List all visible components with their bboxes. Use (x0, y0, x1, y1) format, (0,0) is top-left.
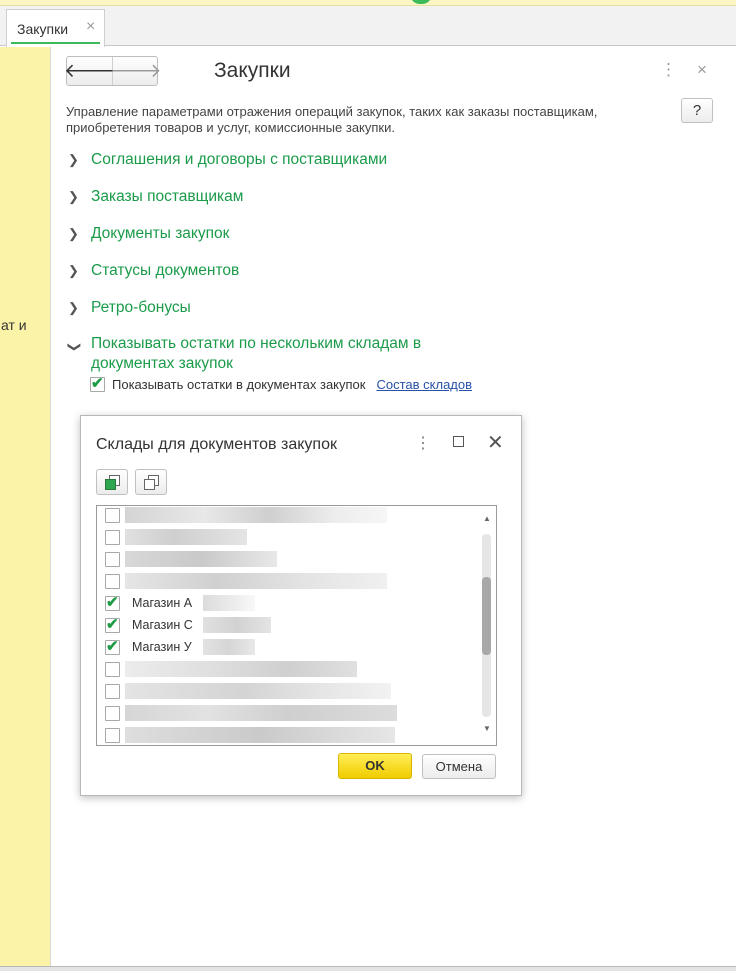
bottom-border (0, 966, 736, 971)
section-retro-bonuses[interactable]: ❯ Ретро-бонусы (68, 298, 191, 318)
show-balances-label: Показывать остатки в документах закупок (112, 377, 366, 392)
maximize-icon[interactable] (453, 436, 464, 447)
section-show-balances[interactable]: ❯ Показывать остатки по нескольким склад… (68, 334, 488, 374)
redacted-text (125, 573, 387, 589)
redacted-text (203, 639, 255, 655)
list-item[interactable] (105, 548, 475, 570)
list-item[interactable] (105, 680, 475, 702)
list-item[interactable]: Магазин С (105, 614, 475, 636)
help-button[interactable]: ? (681, 98, 713, 123)
redacted-text (203, 617, 271, 633)
ok-button[interactable]: OK (338, 753, 412, 779)
item-checkbox[interactable] (105, 661, 120, 677)
chevron-right-icon: ❯ (68, 189, 79, 204)
warehouse-list[interactable]: Магазин А Магазин С Магазин У (96, 505, 497, 746)
section-label: Соглашения и договоры с поставщиками (91, 151, 388, 168)
section-document-statuses[interactable]: ❯ Статусы документов (68, 261, 239, 281)
redacted-text (125, 705, 397, 721)
item-name: Магазин А (132, 596, 193, 610)
item-name: Магазин С (132, 618, 193, 632)
chevron-right-icon: ❯ (68, 300, 79, 315)
tab-label: Закупки (17, 21, 69, 37)
warehouses-dialog: Склады для документов закупок ⋮ ✕ ✔ Мага… (80, 415, 522, 796)
list-item[interactable]: Магазин А (105, 592, 475, 614)
section-label: Заказы поставщикам (91, 188, 244, 205)
list-item[interactable] (105, 724, 475, 745)
show-balances-checkbox[interactable] (90, 374, 105, 392)
redacted-text (125, 661, 357, 677)
close-icon[interactable]: × (697, 60, 707, 80)
tab-zakupki[interactable]: Закупки × (6, 9, 105, 47)
chevron-right-icon: ❯ (68, 226, 79, 241)
redacted-text (203, 595, 255, 611)
chevron-right-icon: ❯ (68, 263, 79, 278)
list-item[interactable]: Магазин У (105, 636, 475, 658)
redacted-text (125, 507, 387, 523)
tab-close-icon[interactable]: × (86, 18, 95, 36)
status-indicator (410, 0, 432, 4)
form-description: Управление параметрами отражения операци… (66, 104, 598, 135)
tab-bar: Закупки × (0, 6, 736, 47)
list-item[interactable] (105, 506, 475, 526)
left-panel-text: ат и (1, 317, 27, 333)
item-checkbox[interactable] (105, 507, 120, 523)
scroll-up-icon[interactable]: ▲ (483, 514, 491, 523)
navigation-buttons: 🡐 🡒 (64, 56, 162, 86)
list-item[interactable] (105, 526, 475, 548)
section-label: Ретро-бонусы (91, 299, 191, 316)
more-actions-icon[interactable]: ⋮ (415, 433, 431, 453)
back-button[interactable]: 🡐 (64, 57, 115, 85)
section-supplier-orders[interactable]: ❯ Заказы поставщикам (68, 187, 243, 207)
dialog-title: Склады для документов закупок (96, 436, 337, 453)
item-checkbox[interactable] (105, 683, 120, 699)
more-actions-icon[interactable]: ⋮ (660, 60, 677, 80)
warehouses-link[interactable]: Состав складов (376, 377, 472, 392)
item-checkbox[interactable] (105, 573, 120, 589)
list-item[interactable] (105, 702, 475, 724)
section-agreements[interactable]: ❯ Соглашения и договоры с поставщиками (68, 150, 387, 170)
redacted-text (125, 529, 247, 545)
item-checkbox[interactable] (105, 705, 120, 721)
redacted-text (125, 551, 277, 567)
cancel-button[interactable]: Отмена (422, 754, 496, 779)
arrow-left-icon: 🡐 (64, 61, 115, 82)
chevron-down-icon: ❯ (67, 341, 83, 353)
tab-active-indicator (11, 42, 100, 44)
arrow-right-icon: 🡒 (110, 61, 162, 82)
redacted-text (125, 727, 395, 743)
show-balances-row: Показывать остатки в документах закупок … (90, 374, 472, 392)
list-item[interactable] (105, 570, 475, 592)
item-checkbox[interactable] (105, 637, 120, 655)
check-all-button[interactable] (96, 469, 128, 495)
redacted-text (125, 683, 391, 699)
section-purchase-documents[interactable]: ❯ Документы закупок (68, 224, 229, 244)
list-scrollbar[interactable]: ▲ ▼ (481, 512, 493, 742)
chevron-right-icon: ❯ (68, 152, 79, 167)
close-icon[interactable]: ✕ (487, 430, 504, 455)
item-checkbox[interactable] (105, 727, 120, 743)
page-title: Закупки (214, 59, 291, 82)
scrollbar-thumb[interactable] (482, 577, 491, 655)
list-item[interactable] (105, 658, 475, 680)
item-checkbox[interactable] (105, 551, 120, 567)
left-panel: ат и (0, 47, 51, 969)
section-label: Документы закупок (91, 225, 230, 242)
item-checkbox[interactable] (105, 529, 120, 545)
item-checkbox[interactable] (105, 593, 120, 611)
item-name: Магазин У (132, 640, 192, 654)
section-label: Статусы документов (91, 262, 240, 279)
section-label: Показывать остатки по нескольким складам… (91, 335, 422, 372)
item-checkbox[interactable] (105, 615, 120, 633)
uncheck-all-button[interactable] (135, 469, 167, 495)
forward-button[interactable]: 🡒 (110, 57, 162, 85)
scroll-down-icon[interactable]: ▼ (483, 724, 491, 733)
